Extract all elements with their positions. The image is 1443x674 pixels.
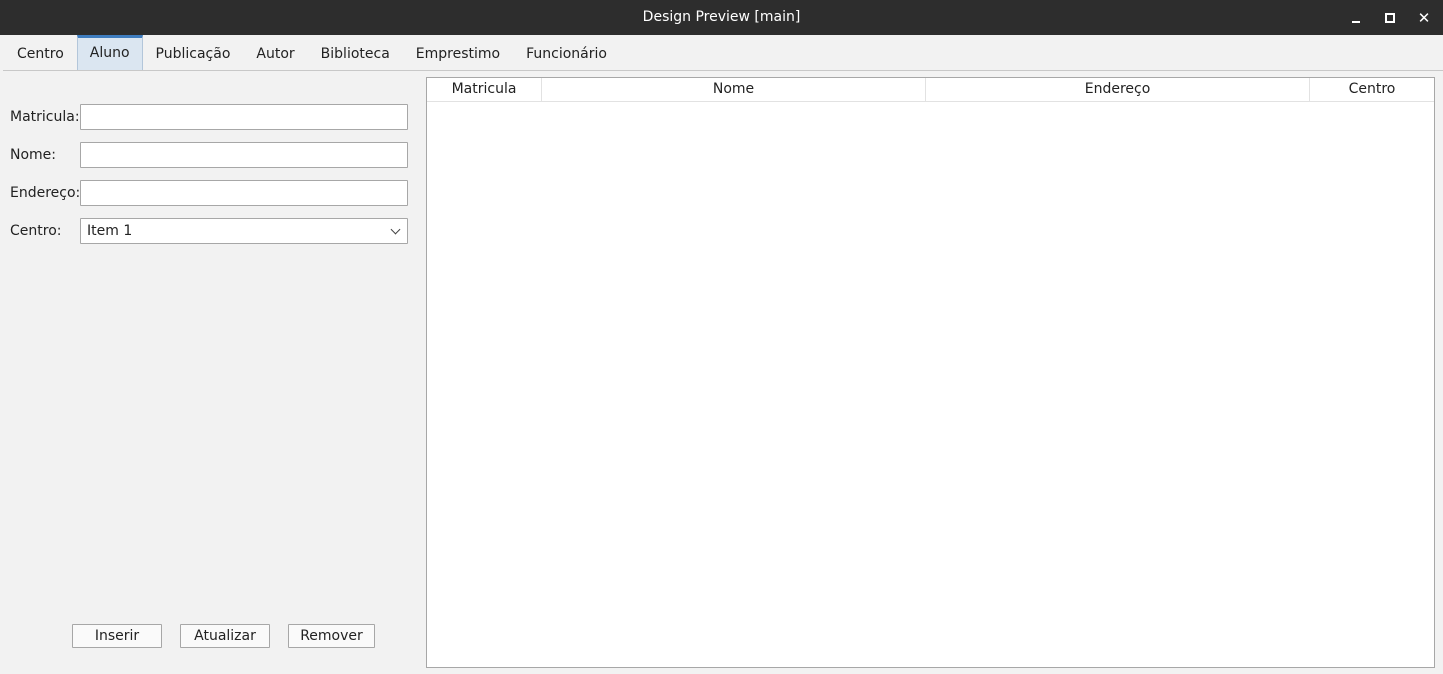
- maximize-button[interactable]: [1380, 8, 1400, 28]
- column-header-matricula[interactable]: Matricula: [427, 78, 542, 101]
- matricula-label: Matricula:: [10, 109, 80, 125]
- chevron-down-icon: [390, 224, 401, 235]
- centro-selected-value: Item 1: [87, 223, 133, 239]
- nome-input[interactable]: [81, 143, 407, 167]
- tab-centro[interactable]: Centro: [4, 35, 77, 70]
- atualizar-button[interactable]: Atualizar: [180, 624, 270, 648]
- matricula-input[interactable]: [81, 105, 407, 129]
- tab-emprestimo[interactable]: Emprestimo: [403, 35, 513, 70]
- alunos-table[interactable]: Matricula Nome Endereço Centro: [426, 77, 1435, 668]
- minimize-button[interactable]: [1346, 8, 1366, 28]
- title-bar: Design Preview [main] ✕: [0, 0, 1443, 35]
- maximize-icon: [1385, 13, 1395, 23]
- window-title: Design Preview [main]: [642, 9, 801, 25]
- centro-select[interactable]: Item 1: [80, 218, 408, 244]
- tab-autor[interactable]: Autor: [243, 35, 307, 70]
- column-header-centro[interactable]: Centro: [1310, 78, 1434, 101]
- matricula-field-box: [80, 104, 408, 130]
- minimize-icon: [1352, 21, 1360, 23]
- tab-funcionario[interactable]: Funcionário: [513, 35, 620, 70]
- nome-label: Nome:: [10, 147, 57, 163]
- column-header-nome[interactable]: Nome: [542, 78, 926, 101]
- inserir-button[interactable]: Inserir: [72, 624, 162, 648]
- close-button[interactable]: ✕: [1414, 8, 1434, 28]
- endereco-input[interactable]: [81, 181, 407, 205]
- centro-label: Centro:: [10, 223, 62, 239]
- main-window: Centro Aluno Publicação Autor Biblioteca…: [3, 35, 1443, 674]
- close-icon: ✕: [1417, 8, 1431, 27]
- tab-publicacao[interactable]: Publicação: [143, 35, 244, 70]
- endereco-label: Endereço:: [10, 185, 81, 201]
- tab-aluno[interactable]: Aluno: [76, 35, 143, 70]
- nome-field-box: [80, 142, 408, 168]
- tab-bar: Centro Aluno Publicação Autor Biblioteca…: [3, 35, 1443, 71]
- table-header: Matricula Nome Endereço Centro: [427, 78, 1434, 102]
- column-header-endereco[interactable]: Endereço: [926, 78, 1310, 101]
- endereco-field-box: [80, 180, 408, 206]
- tab-biblioteca[interactable]: Biblioteca: [308, 35, 403, 70]
- remover-button[interactable]: Remover: [288, 624, 375, 648]
